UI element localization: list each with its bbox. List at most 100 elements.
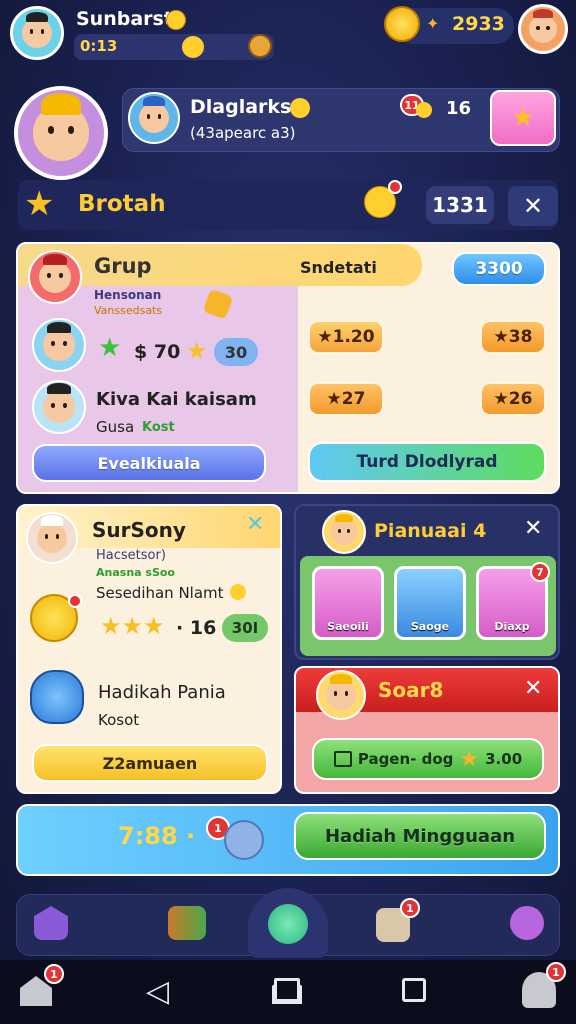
survey-claim-label: Z2amuaen: [102, 753, 198, 773]
reward-chip-1[interactable]: ★ 1.20: [308, 320, 384, 354]
survey-line2: Anasna sSoo: [96, 566, 175, 579]
survey-coin-icon: [230, 584, 246, 600]
survey-avatar: [26, 512, 78, 564]
stat-star-icon: ★: [186, 337, 208, 365]
group-header-right: Sndetati: [300, 258, 377, 277]
reward-chip-2-value: 38: [508, 327, 533, 347]
stat-pill: 30: [214, 338, 258, 366]
gift-blob-icon: [30, 670, 84, 724]
system-profile-badge: 1: [546, 962, 566, 982]
download-button[interactable]: Turd Dlodlyrad: [308, 442, 546, 482]
profile-card-avatar: [128, 92, 180, 144]
member-sub-tag: Kost: [142, 420, 175, 435]
nav-social-icon[interactable]: [510, 906, 544, 940]
section-count: 1331: [432, 193, 488, 217]
weekly-timer-value: 7:88: [118, 822, 178, 850]
reward-chip-1-value: 1.20: [332, 327, 375, 347]
group-line2: Vanssedsats: [94, 304, 163, 317]
section-close-button[interactable]: ✕: [508, 186, 558, 226]
player-avatar[interactable]: [10, 6, 64, 60]
reward-chip-4-value: 26: [508, 389, 533, 409]
emoji-icon[interactable]: [182, 36, 204, 58]
reward-chip-3-value: 27: [341, 389, 366, 409]
reward-chip-4[interactable]: ★ 26: [480, 382, 546, 416]
survey-line3: Sesedihan Nlamt: [96, 584, 224, 602]
stat-value-number: 70: [153, 341, 181, 363]
group-avatar: [28, 250, 82, 304]
coin-icon: [384, 6, 420, 42]
weekly-reward-label: Hadiah Mingguaan: [324, 825, 516, 847]
survey-line1: Hacsetsor): [96, 548, 166, 563]
gift-card-3-badge: 7: [530, 562, 550, 582]
pianuaai-title: Pianuaai 4: [374, 520, 487, 542]
gift-card-2[interactable]: Saoge: [394, 566, 466, 640]
weekly-timer-dial: [224, 820, 264, 860]
group-line1: Hensonan: [94, 288, 162, 302]
verified-icon: [290, 98, 310, 118]
survey-stars-icon: ★★★: [100, 612, 165, 640]
evaluate-button[interactable]: Evealkiuala: [32, 444, 266, 482]
evaluate-button-label: Evealkiuala: [97, 453, 201, 473]
star-icon: ✦: [426, 14, 440, 33]
profile-sub: (43apearc a3): [190, 124, 296, 142]
profile-name: Dlaglarks: [190, 96, 292, 118]
profile-avatar[interactable]: [14, 86, 108, 180]
nav-map-icon[interactable]: [168, 906, 206, 940]
reward-chip-3[interactable]: ★ 27: [308, 382, 384, 416]
gift-card-1-label: Saeoili: [327, 620, 369, 633]
player-sub: 0:13: [80, 37, 118, 55]
section-star-icon: ★: [24, 184, 55, 224]
profile-count: 16: [446, 98, 472, 119]
survey-score-pill-value: 30I: [231, 619, 259, 637]
group-title: Grup: [94, 254, 152, 278]
soar-title: Soar8: [378, 678, 444, 702]
soar-close-button[interactable]: ✕: [524, 678, 542, 700]
soar-button-label: Pagen- dog: [357, 750, 454, 768]
gift-card-2-label: Saoge: [410, 620, 450, 633]
pianuaai-close-button[interactable]: ✕: [524, 518, 542, 540]
nav-mail-badge: 1: [400, 898, 420, 918]
gift-card-3-label: Diaxp: [494, 620, 530, 633]
member-avatar-1: [32, 318, 86, 372]
survey-title: SurSony: [92, 518, 186, 542]
section-title: Brotah: [78, 191, 166, 217]
member-sub: Gusa: [96, 418, 135, 436]
gift-sub: Kosot: [98, 711, 140, 729]
profile-emoji-icon: [416, 102, 432, 118]
soar-action-button[interactable]: Pagen- dog ★ 3.00: [312, 738, 544, 780]
reward-chip-2[interactable]: ★ 38: [480, 320, 546, 354]
section-emoji-badge: [388, 180, 402, 194]
stat-value: $ 70: [134, 341, 181, 363]
survey-score-value: 16: [189, 617, 217, 639]
weekly-reward-button[interactable]: Hadiah Mingguaan: [294, 812, 546, 860]
gift-title: Hadikah Pania: [98, 682, 226, 703]
star-reward-button[interactable]: ★: [490, 90, 556, 146]
player-name: Sunbarst: [76, 8, 173, 30]
survey-close-button[interactable]: ✕: [246, 514, 264, 536]
soar-doc-icon: [333, 751, 352, 767]
soar-avatar: [316, 670, 366, 720]
system-home-button-outline: [274, 978, 300, 1002]
nav-home-character-icon[interactable]: [268, 904, 308, 944]
stat-pill-value: 30: [224, 342, 248, 362]
gift-card-1[interactable]: Saeoili: [312, 566, 384, 640]
system-home-badge: 1: [44, 964, 64, 984]
system-recents-button[interactable]: [402, 978, 426, 1002]
tag-icon[interactable]: [248, 34, 272, 58]
group-header-pill[interactable]: 3300: [452, 252, 546, 286]
pianuaai-avatar: [322, 510, 366, 554]
soar-button-value: 3.00: [485, 750, 523, 768]
weekly-timer: 7:88 ·: [118, 822, 196, 850]
download-button-label: Turd Dlodlyrad: [356, 452, 498, 472]
system-back-button[interactable]: ◁: [146, 974, 169, 1009]
smile-emoji-icon: [166, 10, 186, 30]
member-avatar-2: [32, 380, 86, 434]
green-star-icon: ★: [98, 333, 122, 363]
survey-score: · 16: [176, 617, 217, 639]
survey-claim-button[interactable]: Z2amuaen: [32, 744, 268, 782]
soar-star-icon: ★: [459, 746, 480, 772]
group-header-pill-value: 3300: [475, 259, 523, 279]
member-name: Kiva Kai kaisam: [96, 389, 257, 410]
friend-avatar[interactable]: [518, 4, 568, 54]
survey-emoji-badge: [68, 594, 82, 608]
